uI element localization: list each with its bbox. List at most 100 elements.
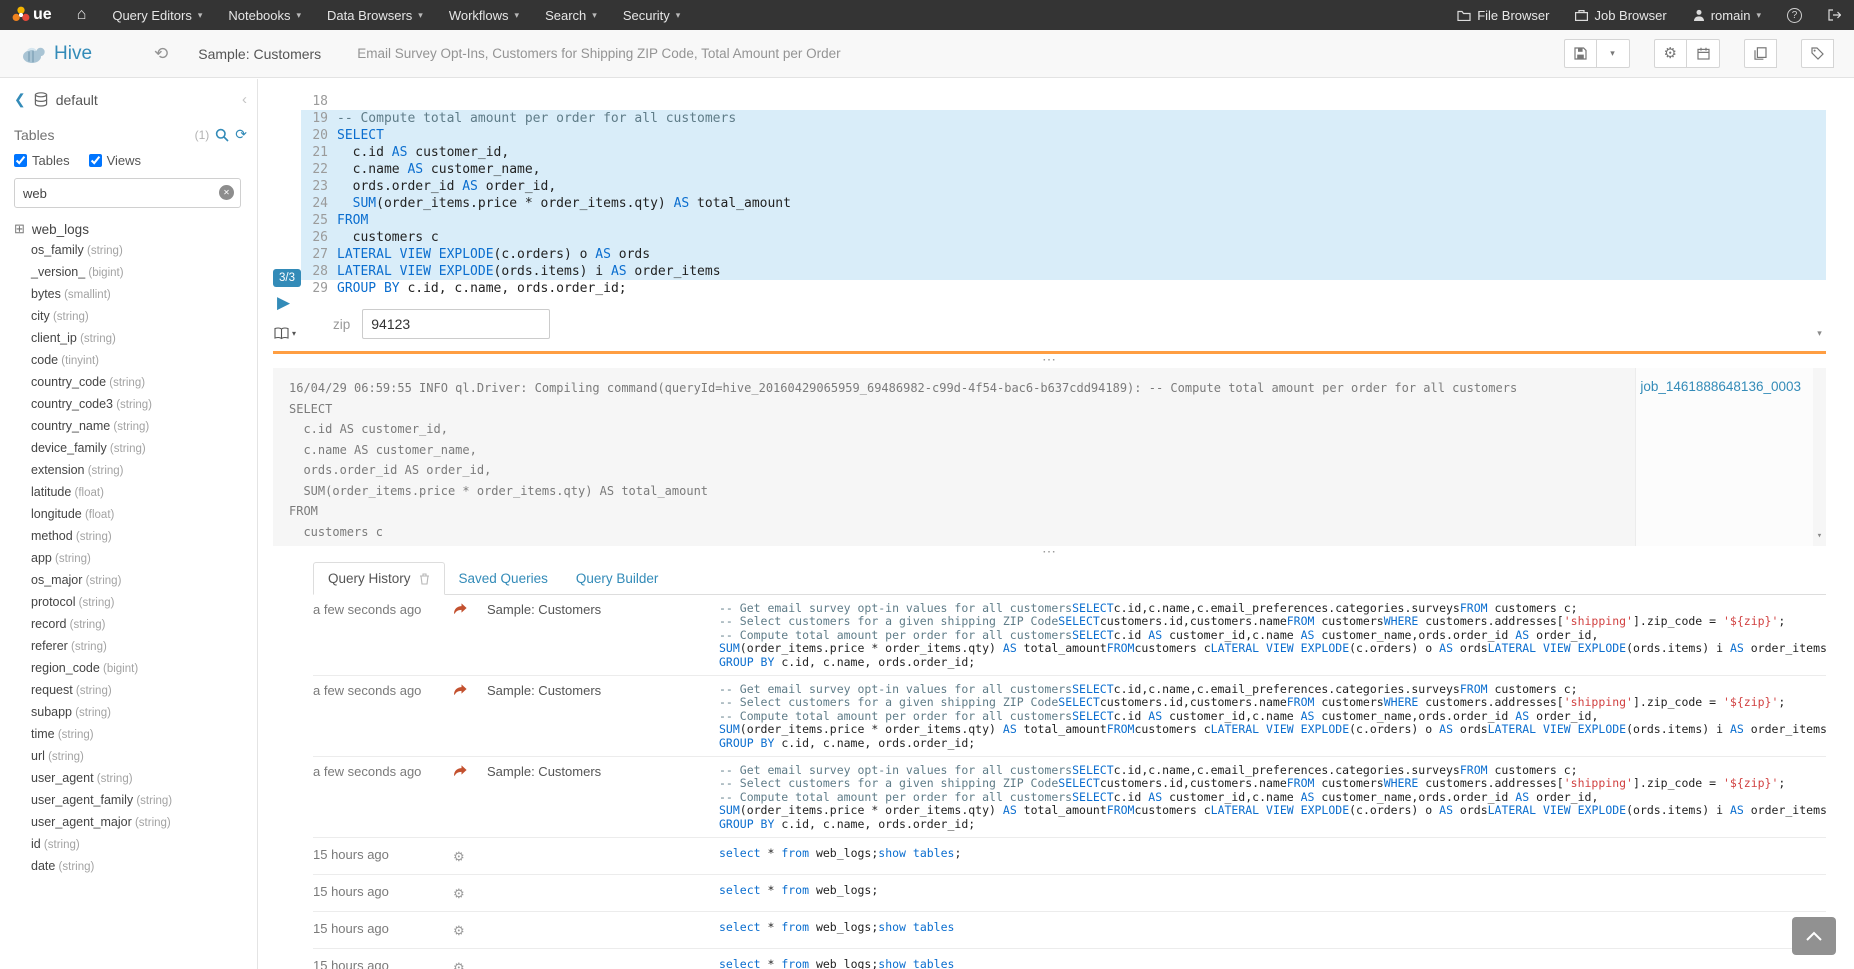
tab-query-builder[interactable]: Query Builder <box>562 562 673 594</box>
editor-line[interactable]: 27LATERAL VIEW EXPLODE(c.orders) o AS or… <box>301 246 1826 263</box>
menu-data-browsers[interactable]: Data Browsers▾ <box>314 0 436 30</box>
history-row[interactable]: 15 hours ago⚙select * from web_logs; <box>313 875 1826 912</box>
home-button[interactable]: ⌂ <box>64 0 100 30</box>
history-row[interactable]: a few seconds agoSample: Customers-- Get… <box>313 595 1826 676</box>
code-token: c.id, c.name, ords.order_id; <box>774 737 975 750</box>
editor-line[interactable]: 22 c.name AS customer_name, <box>301 161 1826 178</box>
editor-line[interactable]: 25FROM <box>301 212 1826 229</box>
job-browser-button[interactable]: Job Browser <box>1562 0 1679 30</box>
column-item[interactable]: date (string) <box>14 855 247 877</box>
editor-line[interactable]: 18 <box>301 93 1826 110</box>
tags-button[interactable] <box>1801 39 1834 68</box>
clear-search-icon[interactable]: ✕ <box>219 185 234 200</box>
query-title[interactable]: Sample: Customers <box>198 46 321 62</box>
column-item[interactable]: protocol (string) <box>14 591 247 613</box>
file-browser-button[interactable]: File Browser <box>1444 0 1562 30</box>
editor-line[interactable]: 28LATERAL VIEW EXPLODE(ords.items) i AS … <box>301 263 1826 280</box>
column-item[interactable]: country_code3 (string) <box>14 393 247 415</box>
export-button[interactable] <box>1744 39 1777 68</box>
column-item[interactable]: id (string) <box>14 833 247 855</box>
trash-icon[interactable] <box>419 573 430 585</box>
history-row[interactable]: a few seconds agoSample: Customers-- Get… <box>313 676 1826 757</box>
docs-button[interactable]: ▾ <box>274 327 296 340</box>
editor-line[interactable]: 23 ords.order_id AS order_id, <box>301 178 1826 195</box>
editor-line[interactable]: 21 c.id AS customer_id, <box>301 144 1826 161</box>
column-item[interactable]: referer (string) <box>14 635 247 657</box>
views-checkbox-label[interactable]: Views <box>107 153 141 168</box>
column-item[interactable]: city (string) <box>14 305 247 327</box>
column-item[interactable]: device_family (string) <box>14 437 247 459</box>
menu-notebooks[interactable]: Notebooks▾ <box>215 0 314 30</box>
editor-line[interactable]: 24 SUM(order_items.price * order_items.q… <box>301 195 1826 212</box>
tables-checkbox[interactable] <box>14 154 27 167</box>
resize-handle[interactable]: ⋯ <box>273 354 1826 366</box>
resize-handle-2[interactable]: ⋯ <box>273 546 1826 558</box>
column-item[interactable]: client_ip (string) <box>14 327 247 349</box>
code-editor[interactable]: 1819-- Compute total amount per order fo… <box>301 93 1826 339</box>
menu-security[interactable]: Security▾ <box>610 0 694 30</box>
column-item[interactable]: _version_ (bigint) <box>14 261 247 283</box>
column-item[interactable]: subapp (string) <box>14 701 247 723</box>
column-item[interactable]: bytes (smallint) <box>14 283 247 305</box>
search-icon[interactable] <box>215 128 229 142</box>
tab-saved-queries[interactable]: Saved Queries <box>445 562 562 594</box>
schedule-button[interactable] <box>1687 39 1720 68</box>
save-button[interactable] <box>1564 39 1597 68</box>
editor-scrollbar[interactable]: ▾ <box>1813 93 1826 339</box>
column-item[interactable]: longitude (float) <box>14 503 247 525</box>
history-row[interactable]: 15 hours ago⚙select * from web_logs;show… <box>313 949 1826 969</box>
hue-logo[interactable]: ue <box>0 0 64 30</box>
column-item[interactable]: user_agent (string) <box>14 767 247 789</box>
query-description[interactable]: Email Survey Opt-Ins, Customers for Ship… <box>357 46 840 61</box>
help-button[interactable]: ? <box>1774 0 1815 30</box>
column-item[interactable]: country_code (string) <box>14 371 247 393</box>
tab-query-history[interactable]: Query History <box>313 562 445 595</box>
column-item[interactable]: record (string) <box>14 613 247 635</box>
menu-search[interactable]: Search▾ <box>532 0 610 30</box>
history-row[interactable]: a few seconds agoSample: Customers-- Get… <box>313 757 1826 838</box>
views-checkbox[interactable] <box>89 154 102 167</box>
column-item[interactable]: os_major (string) <box>14 569 247 591</box>
scroll-top-button[interactable] <box>1792 917 1836 955</box>
menu-query-editors[interactable]: Query Editors▾ <box>99 0 215 30</box>
column-item[interactable]: time (string) <box>14 723 247 745</box>
column-item[interactable]: request (string) <box>14 679 247 701</box>
editor-line[interactable]: 19-- Compute total amount per order for … <box>301 110 1826 127</box>
column-item[interactable]: app (string) <box>14 547 247 569</box>
user-menu[interactable]: romain ▾ <box>1680 0 1774 30</box>
table-item[interactable]: ⊞ web_logs <box>14 221 247 237</box>
execute-button[interactable]: ▶ <box>277 294 290 311</box>
column-item[interactable]: latitude (float) <box>14 481 247 503</box>
editor-line[interactable]: 20SELECT <box>301 127 1826 144</box>
editor-line[interactable]: 26 customers c <box>301 229 1826 246</box>
refresh-icon[interactable]: ⟳ <box>235 126 247 143</box>
logout-button[interactable] <box>1815 0 1854 30</box>
code-token: show tables <box>878 847 954 860</box>
table-search-input[interactable] <box>14 178 241 208</box>
variable-zip-input[interactable] <box>362 309 550 339</box>
hive-app[interactable]: Hive <box>20 43 150 65</box>
query-counter-badge[interactable]: 3/3 <box>273 269 301 287</box>
editor-line[interactable]: 29GROUP BY c.id, c.name, ords.order_id; <box>301 280 1826 297</box>
column-item[interactable]: extension (string) <box>14 459 247 481</box>
history-row[interactable]: 15 hours ago⚙select * from web_logs;show… <box>313 838 1826 875</box>
save-dropdown-button[interactable]: ▾ <box>1597 39 1630 68</box>
column-item[interactable]: url (string) <box>14 745 247 767</box>
recent-queries-icon[interactable]: ⟲ <box>154 44 168 64</box>
column-item[interactable]: user_agent_family (string) <box>14 789 247 811</box>
column-item[interactable]: region_code (bigint) <box>14 657 247 679</box>
column-item[interactable]: os_family (string) <box>14 239 247 261</box>
job-link[interactable]: job_1461888648136_0003 <box>1640 379 1801 394</box>
column-item[interactable]: user_agent_major (string) <box>14 811 247 833</box>
column-item[interactable]: code (tinyint) <box>14 349 247 371</box>
tables-checkbox-label[interactable]: Tables <box>32 153 70 168</box>
settings-button[interactable]: ⚙ <box>1654 39 1687 68</box>
back-icon[interactable]: ❮ <box>14 91 26 108</box>
column-item[interactable]: method (string) <box>14 525 247 547</box>
history-row[interactable]: 15 hours ago⚙select * from web_logs;show… <box>313 912 1826 949</box>
log-scrollbar[interactable]: ▾ <box>1813 368 1826 546</box>
column-item[interactable]: country_name (string) <box>14 415 247 437</box>
database-name[interactable]: default <box>56 92 98 108</box>
menu-workflows[interactable]: Workflows▾ <box>436 0 532 30</box>
collapse-sidebar-icon[interactable]: ‹ <box>242 91 247 108</box>
